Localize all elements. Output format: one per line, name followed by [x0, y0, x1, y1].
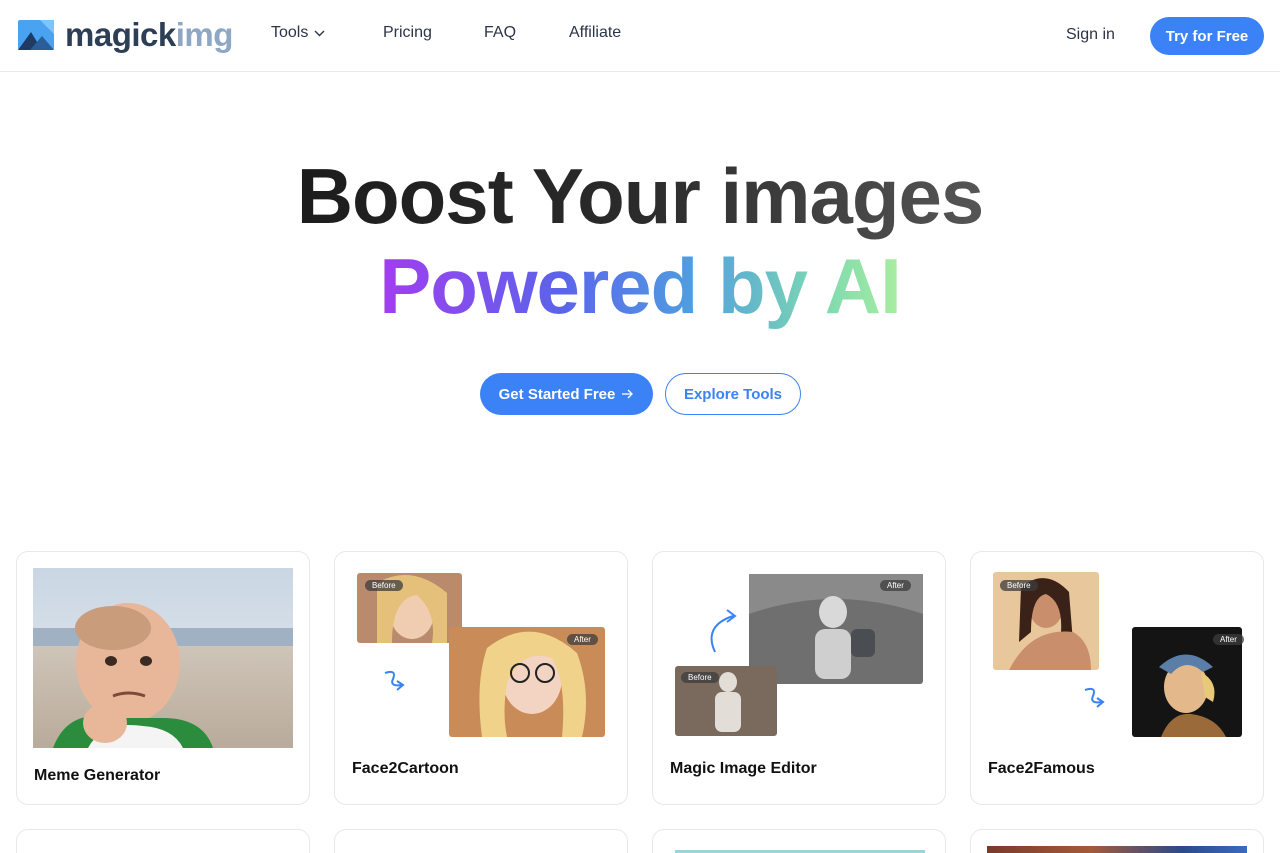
- card-title: Face2Cartoon: [352, 760, 459, 777]
- explore-tools-button[interactable]: Explore Tools: [665, 373, 801, 415]
- brand-logo[interactable]: magickimg: [18, 16, 233, 53]
- brand-name: magickimg: [65, 16, 233, 53]
- card-title: Face2Famous: [988, 760, 1095, 777]
- nav-pricing[interactable]: Pricing: [383, 24, 432, 42]
- hero-subheadline: Powered by AI: [379, 242, 902, 330]
- card-title: Magic Image Editor: [670, 760, 817, 777]
- meme-preview-image: [33, 568, 293, 748]
- magic-editor-preview: [675, 574, 923, 736]
- try-for-free-button[interactable]: Try for Free: [1150, 17, 1264, 55]
- before-tag: Before: [365, 580, 403, 591]
- nav-tools-label: Tools: [271, 24, 309, 41]
- nav-faq[interactable]: FAQ: [484, 24, 516, 42]
- after-tag: After: [880, 580, 911, 591]
- get-started-button[interactable]: Get Started Free: [480, 373, 653, 415]
- before-tag: Before: [1000, 580, 1038, 591]
- logo-mountain-icon: [18, 20, 54, 50]
- tool-card-partial[interactable]: [970, 829, 1264, 853]
- top-header: magickimg Tools Pricing FAQ Affiliate Si…: [0, 0, 1280, 72]
- face2famous-preview: [993, 572, 1242, 737]
- tool-card-partial[interactable]: [16, 829, 310, 853]
- before-tag: Before: [681, 672, 719, 683]
- tool-card-partial[interactable]: [652, 829, 946, 853]
- face2cartoon-preview: [357, 573, 605, 737]
- chevron-down-icon: [314, 30, 325, 36]
- get-started-label: Get Started Free: [498, 385, 616, 403]
- nav-affiliate[interactable]: Affiliate: [569, 24, 621, 42]
- card-preview-strip: [987, 846, 1247, 853]
- tool-card-face2famous[interactable]: Before After Face2Famous: [970, 551, 1264, 805]
- tool-card-magic-image-editor[interactable]: After Before Magic Image Editor: [652, 551, 946, 805]
- arrow-right-icon: [622, 389, 634, 399]
- tool-card-meme-generator[interactable]: Meme Generator: [16, 551, 310, 805]
- curve-arrow-icon: [710, 615, 734, 653]
- hero-headline: Boost Your images: [296, 152, 985, 240]
- tool-card-face2cartoon[interactable]: Before After Face2Cartoon: [334, 551, 628, 805]
- tool-card-partial[interactable]: [334, 829, 628, 853]
- after-tag: After: [1213, 634, 1244, 645]
- nav-tools[interactable]: Tools: [271, 24, 325, 42]
- after-tag: After: [567, 634, 598, 645]
- card-title: Meme Generator: [34, 767, 161, 784]
- sign-in-link[interactable]: Sign in: [1066, 26, 1115, 44]
